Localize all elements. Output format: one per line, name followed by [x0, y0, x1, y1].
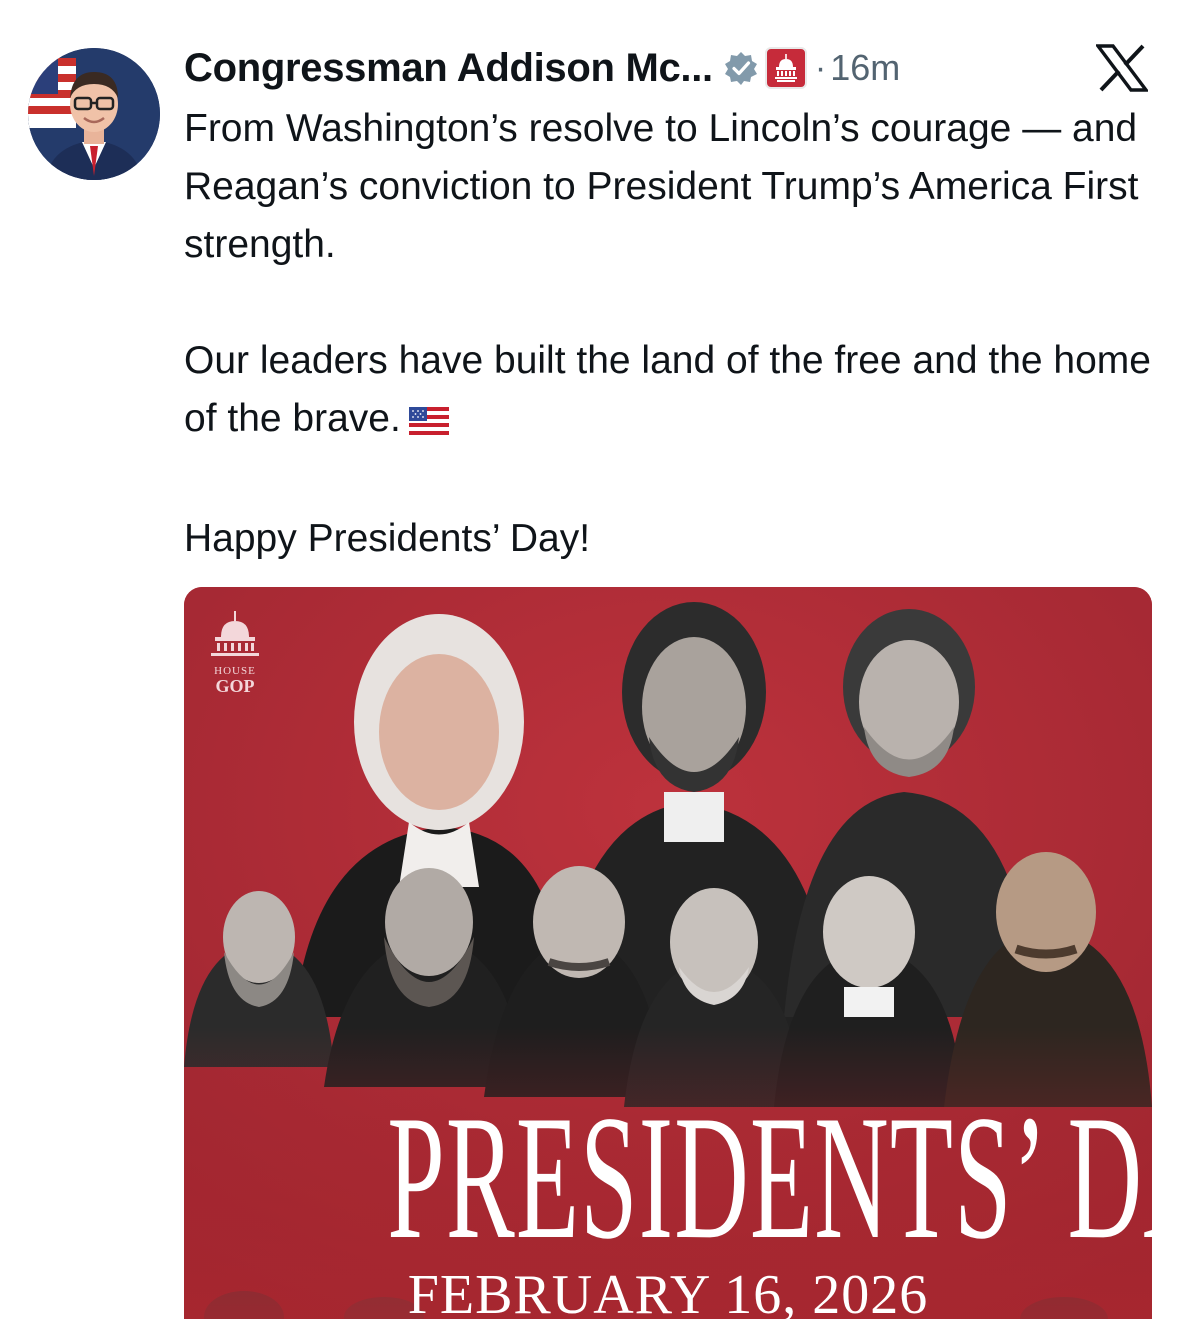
media-title: PRESIDENTS’ DAY — [387, 1078, 1152, 1276]
tweet-paragraph-text: Happy Presidents’ Day! — [184, 517, 591, 560]
verified-badge-icon — [723, 50, 759, 86]
tweet-paragraph: Happy Presidents’ Day! — [184, 510, 1164, 568]
tweet-header: Congressman Addison Mc... · 16m — [184, 40, 900, 96]
author-avatar[interactable] — [28, 48, 160, 180]
tweet-paragraph-text: From Washington’s resolve to Lincoln’s c… — [184, 107, 1139, 266]
tweet-paragraph: From Washington’s resolve to Lincoln’s c… — [184, 100, 1164, 274]
tweet-timestamp[interactable]: 16m — [830, 47, 900, 89]
header-separator: · — [814, 48, 827, 87]
tweet-paragraph: Our leaders have built the land of the f… — [184, 332, 1164, 452]
x-logo-icon[interactable] — [1094, 44, 1150, 92]
tweet-paragraph-text: Our leaders have built the land of the f… — [184, 339, 1151, 440]
capitol-dome-icon — [211, 611, 259, 656]
tweet-media-image[interactable]: HOUSE GOP PRESIDENTS’ DAY FEBRUARY 16, 2… — [184, 587, 1152, 1319]
logo-line-gop: GOP — [215, 676, 255, 696]
house-gop-affiliate-icon[interactable] — [764, 47, 807, 89]
tweet-text: From Washington’s resolve to Lincoln’s c… — [184, 100, 1164, 568]
house-gop-logo: HOUSE GOP — [204, 609, 266, 695]
media-date: FEBRUARY 16, 2026 — [407, 1264, 929, 1319]
author-name[interactable]: Congressman Addison Mc... — [184, 46, 713, 91]
us-flag-emoji-icon — [408, 394, 449, 452]
